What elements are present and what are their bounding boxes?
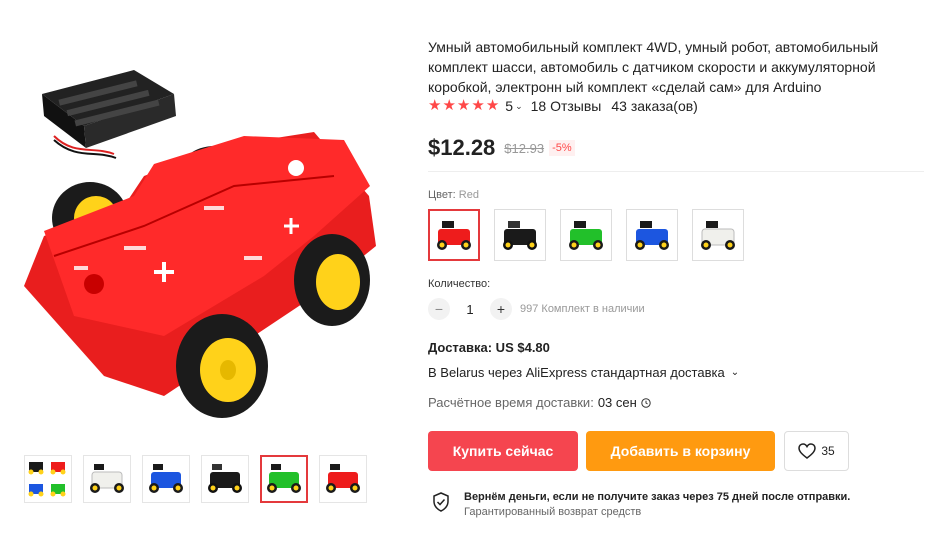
info-icon[interactable] bbox=[641, 397, 651, 408]
main-product-image bbox=[24, 70, 376, 418]
guarantee-title: Вернём деньги, если не получите заказ че… bbox=[464, 491, 851, 503]
rating-row: ★ ★ ★ ★ ★ 5 ⌄ 18 Отзывы 43 заказа(ов) bbox=[428, 98, 698, 115]
divider bbox=[428, 171, 924, 172]
car-image bbox=[267, 464, 301, 493]
star-icon: ★ bbox=[485, 97, 500, 114]
swatch-white[interactable] bbox=[692, 209, 744, 261]
action-buttons: Купить сейчас Добавить в корзину 35 bbox=[428, 431, 849, 471]
eta-value: 03 сен bbox=[597, 395, 637, 410]
reviews-link[interactable]: 18 Отзывы bbox=[531, 98, 602, 114]
shield-check-icon bbox=[433, 492, 449, 512]
car-image bbox=[503, 221, 537, 250]
star-icon: ★ bbox=[428, 97, 442, 114]
car-image bbox=[635, 221, 669, 250]
stock-text: 997 Комплект в наличии bbox=[520, 303, 645, 315]
quantity-label: Количество: bbox=[428, 278, 491, 290]
color-selected-value: Red bbox=[458, 189, 479, 201]
car-image bbox=[437, 221, 471, 250]
eta-label: Расчётное время доставки: bbox=[428, 395, 594, 410]
discount-badge: -5% bbox=[549, 140, 575, 156]
star-icon: ★ bbox=[456, 97, 471, 114]
quantity-value[interactable]: 1 bbox=[450, 302, 490, 317]
color-label-text: Цвет: bbox=[428, 189, 456, 201]
chevron-down-icon[interactable]: ⌄ bbox=[515, 101, 523, 112]
car-image bbox=[149, 464, 183, 493]
guarantee-subtitle: Гарантированный возврат средств bbox=[464, 506, 642, 518]
current-price: $12.28 bbox=[428, 135, 496, 160]
car-image bbox=[28, 462, 66, 497]
rating-stars: ★ ★ ★ ★ ★ bbox=[428, 98, 499, 114]
thumbnail-strip bbox=[24, 455, 367, 503]
battery-box-image bbox=[42, 70, 176, 159]
color-swatches bbox=[428, 209, 744, 261]
thumbnail-multi[interactable] bbox=[24, 455, 72, 503]
thumbnail-red[interactable] bbox=[319, 455, 367, 503]
chevron-down-icon: ⌄ bbox=[730, 367, 740, 378]
quantity-plus-button[interactable]: + bbox=[490, 298, 512, 320]
swatch-black[interactable] bbox=[494, 209, 546, 261]
delivery-method-selector[interactable]: В Belarus через AliExpress стандартная д… bbox=[428, 365, 739, 380]
car-image bbox=[90, 464, 124, 493]
product-title: Умный автомобильный комплект 4WD, умный … bbox=[428, 39, 879, 95]
star-icon: ★ bbox=[442, 97, 456, 114]
orders-count: 43 заказа(ов) bbox=[611, 98, 698, 114]
swatch-blue[interactable] bbox=[626, 209, 678, 261]
heart-icon bbox=[798, 443, 817, 459]
swatch-red[interactable] bbox=[428, 209, 480, 261]
star-icon: ★ bbox=[471, 97, 485, 114]
thumbnail-green[interactable] bbox=[260, 455, 308, 503]
buy-now-button[interactable]: Купить сейчас bbox=[428, 431, 578, 471]
buyer-protection: Вернём деньги, если не получите заказ че… bbox=[432, 490, 850, 520]
add-to-cart-button[interactable]: Добавить в корзину bbox=[586, 431, 775, 471]
wishlist-count: 35 bbox=[821, 444, 835, 458]
car-image bbox=[701, 221, 735, 250]
delivery-method-text: В Belarus через AliExpress стандартная д… bbox=[428, 365, 725, 380]
delivery-eta: Расчётное время доставки: 03 сен bbox=[428, 395, 651, 410]
car-image bbox=[569, 221, 603, 250]
car-image bbox=[326, 464, 360, 493]
thumbnail-black[interactable] bbox=[201, 455, 249, 503]
quantity-minus-button[interactable]: − bbox=[428, 298, 450, 320]
color-label: Цвет: Red bbox=[428, 189, 479, 201]
wishlist-button[interactable]: 35 bbox=[784, 431, 849, 471]
swatch-green[interactable] bbox=[560, 209, 612, 261]
quantity-stepper: − 1 + 997 Комплект в наличии bbox=[428, 298, 645, 320]
price-row: $12.28 $12.93 -5% bbox=[428, 135, 575, 161]
delivery-price: Доставка: US $4.80 bbox=[428, 340, 550, 355]
rating-value[interactable]: 5 bbox=[505, 98, 513, 114]
old-price: $12.93 bbox=[504, 140, 545, 156]
thumbnail-white[interactable] bbox=[83, 455, 131, 503]
thumbnail-blue[interactable] bbox=[142, 455, 190, 503]
car-image bbox=[208, 464, 242, 493]
